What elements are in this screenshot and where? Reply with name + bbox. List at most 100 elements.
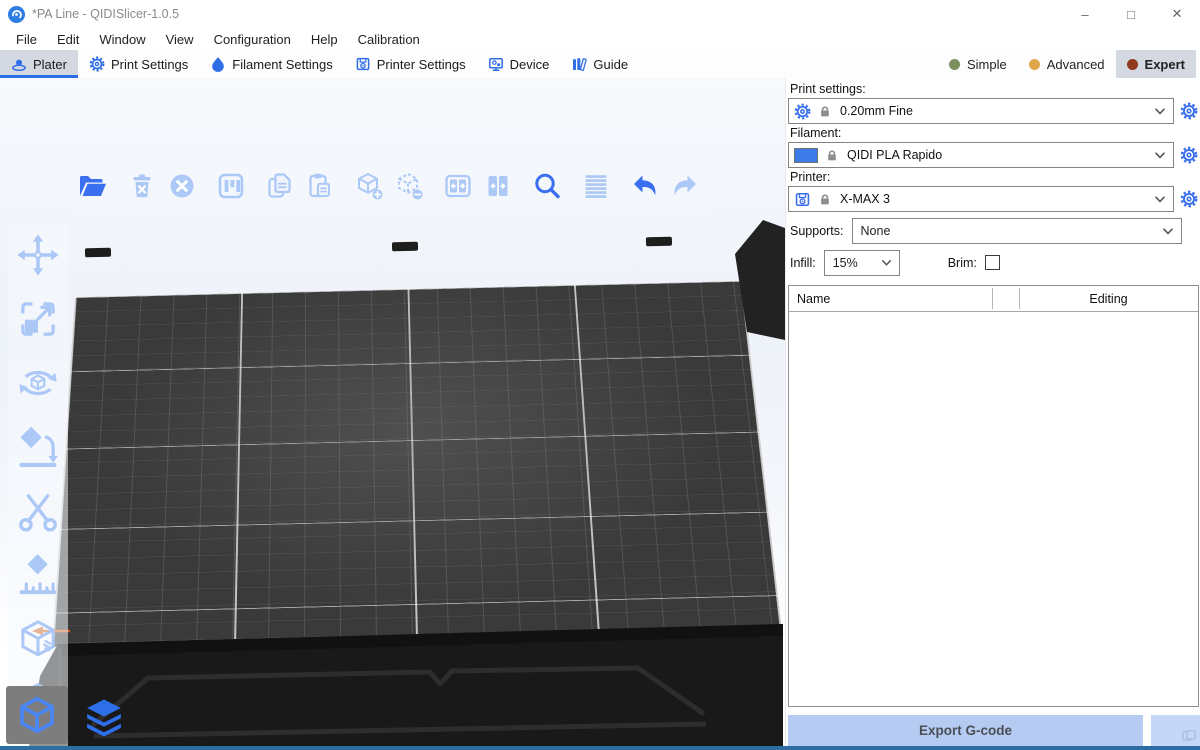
menu-help[interactable]: Help — [301, 28, 348, 50]
split-to-objects-button[interactable] — [442, 170, 474, 202]
menu-bar: File Edit Window View Configuration Help… — [0, 28, 1200, 50]
qidislicer-window: *PA Line - QIDISlicer-1.0.5 – □ ✕ File E… — [0, 0, 1200, 750]
add-instance-button[interactable] — [353, 170, 385, 202]
chevron-down-icon — [1152, 103, 1168, 119]
menu-window[interactable]: Window — [89, 28, 155, 50]
paint-on-supports-button[interactable] — [15, 552, 61, 598]
mode-advanced[interactable]: Advanced — [1018, 50, 1116, 78]
place-on-face-button[interactable] — [15, 424, 61, 470]
rotate-button[interactable] — [15, 360, 61, 406]
supports-label: Supports: — [790, 224, 844, 238]
build-plate — [52, 256, 782, 638]
delete-all-button[interactable] — [166, 170, 198, 202]
open-button[interactable] — [77, 170, 109, 202]
bed-clip — [646, 237, 672, 247]
tab-printer-settings[interactable]: Printer Settings — [344, 50, 477, 78]
menu-edit[interactable]: Edit — [47, 28, 89, 50]
bed-clip — [392, 242, 418, 252]
arrange-button[interactable] — [215, 170, 247, 202]
undo-button[interactable] — [629, 170, 661, 202]
variable-layer-height-button[interactable] — [580, 170, 612, 202]
editing-column-header[interactable]: Editing — [1019, 292, 1198, 306]
close-button[interactable]: ✕ — [1154, 0, 1200, 28]
preview-sliced-layers-button[interactable] — [76, 690, 132, 744]
tab-bar: Plater Print Settings Filament Settings … — [0, 50, 1200, 79]
filament-gear-button[interactable] — [1179, 145, 1199, 165]
copy-button[interactable] — [264, 170, 296, 202]
printer-rear-corner — [733, 220, 785, 340]
advanced-mode-dot-icon — [1029, 59, 1040, 70]
printer-label: Printer: — [790, 170, 1199, 184]
supports-combo[interactable]: None — [852, 218, 1182, 244]
chevron-down-icon — [879, 255, 894, 270]
tab-plater[interactable]: Plater — [0, 50, 78, 78]
brim-label: Brim: — [948, 256, 977, 270]
chevron-down-icon — [1152, 147, 1168, 163]
tab-device-label: Device — [510, 57, 550, 72]
delete-button[interactable] — [126, 170, 158, 202]
mode-simple-label: Simple — [967, 57, 1007, 72]
menu-calibration[interactable]: Calibration — [348, 28, 430, 50]
tab-printer-settings-label: Printer Settings — [377, 57, 466, 72]
gizmo-toolbar — [8, 224, 68, 746]
printer-icon — [794, 191, 811, 208]
tab-guide[interactable]: Guide — [560, 50, 639, 78]
mode-expert[interactable]: Expert — [1116, 50, 1196, 78]
object-list-header: Name Editing — [789, 286, 1198, 312]
column-divider — [992, 288, 993, 309]
print-settings-combo[interactable]: 0.20mm Fine — [788, 98, 1174, 124]
mode-expert-label: Expert — [1145, 57, 1185, 72]
remove-instance-button[interactable] — [393, 170, 425, 202]
tab-filament-settings-label: Filament Settings — [232, 57, 332, 72]
scale-button[interactable] — [15, 296, 61, 342]
tab-guide-label: Guide — [593, 57, 628, 72]
mode-advanced-label: Advanced — [1047, 57, 1105, 72]
tab-filament-settings[interactable]: Filament Settings — [199, 50, 343, 78]
split-to-parts-button[interactable] — [482, 170, 514, 202]
maximize-button[interactable]: □ — [1108, 0, 1154, 28]
infill-label: Infill: — [790, 256, 816, 270]
menu-file[interactable]: File — [6, 28, 47, 50]
mode-simple[interactable]: Simple — [938, 50, 1018, 78]
name-column-header[interactable]: Name — [789, 292, 992, 306]
tab-print-settings-label: Print Settings — [111, 57, 188, 72]
filament-value: QIDI PLA Rapido — [847, 148, 942, 162]
printer-combo[interactable]: X-MAX 3 — [788, 186, 1174, 212]
tab-device[interactable]: Device — [477, 50, 561, 78]
chevron-down-icon — [1152, 191, 1168, 207]
plater-toolbar — [65, 162, 717, 210]
viewport-3d[interactable] — [0, 78, 785, 746]
export-options-button[interactable] — [1151, 715, 1200, 746]
infill-combo[interactable]: 15% — [824, 250, 900, 276]
printer-value: X-MAX 3 — [840, 192, 890, 206]
window-title: *PA Line - QIDISlicer-1.0.5 — [32, 7, 179, 21]
lock-icon — [818, 192, 832, 207]
print-settings-label: Print settings: — [790, 82, 1199, 96]
minimize-button[interactable]: – — [1062, 0, 1108, 28]
filament-color-swatch — [794, 148, 818, 163]
window-bottom-accent — [0, 746, 1200, 750]
brim-checkbox[interactable] — [985, 255, 1000, 270]
filament-combo[interactable]: QIDI PLA Rapido — [788, 142, 1174, 168]
export-extra-icon — [1182, 730, 1196, 742]
printer-gear-button[interactable] — [1179, 189, 1199, 209]
paste-button[interactable] — [304, 170, 336, 202]
lock-icon — [825, 148, 839, 163]
chevron-down-icon — [1160, 223, 1176, 239]
tab-plater-label: Plater — [33, 57, 67, 72]
move-button[interactable] — [15, 232, 61, 278]
print-settings-gear-button[interactable] — [1179, 101, 1199, 121]
tab-print-settings[interactable]: Print Settings — [78, 50, 199, 78]
app-logo-icon — [8, 6, 25, 23]
seam-painting-button[interactable] — [15, 616, 61, 662]
search-button[interactable] — [531, 170, 563, 202]
export-gcode-button[interactable]: Export G-code — [788, 715, 1143, 746]
redo-button[interactable] — [669, 170, 701, 202]
menu-view[interactable]: View — [156, 28, 204, 50]
3d-editor-view-button[interactable] — [6, 686, 68, 744]
cut-button[interactable] — [15, 488, 61, 534]
menu-configuration[interactable]: Configuration — [204, 28, 301, 50]
bed-clip — [85, 248, 111, 258]
sidebar: Print settings: 0.20mm Fine Filament: QI… — [785, 78, 1200, 746]
object-list[interactable]: Name Editing — [788, 285, 1199, 707]
